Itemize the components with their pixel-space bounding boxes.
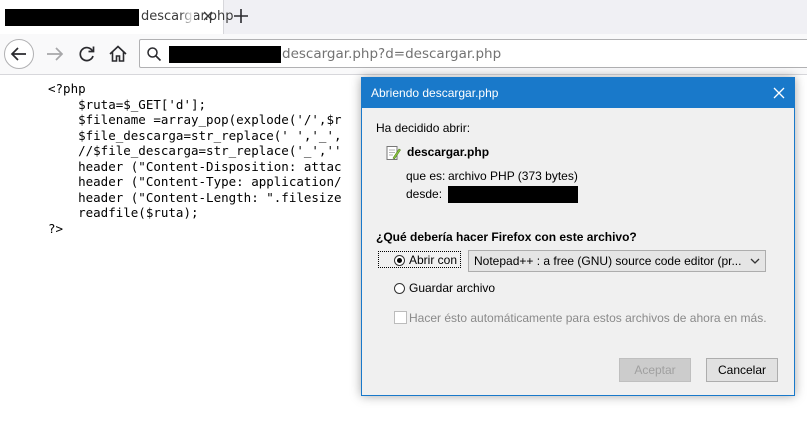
cancel-button[interactable]: Cancelar: [706, 358, 778, 382]
back-button[interactable]: [4, 39, 34, 69]
search-icon: [147, 47, 162, 62]
auto-action-checkbox[interactable]: [394, 311, 407, 324]
save-file-label[interactable]: Guardar archivo: [409, 281, 495, 295]
source-line: $filename =array_pop(explode('/',$r: [48, 112, 342, 127]
open-with-label[interactable]: Abrir con: [409, 253, 457, 267]
forward-arrow-icon: [47, 47, 64, 61]
new-tab-icon[interactable]: [232, 7, 250, 25]
file-name: descargar.php: [407, 145, 490, 159]
home-button[interactable]: [103, 39, 133, 69]
auto-action-label: Hacer ésto automáticamente para estos ar…: [409, 311, 767, 325]
action-question: ¿Qué debería hacer Firefox con este arch…: [376, 230, 637, 244]
source-line: $ruta=$_GET['d'];: [48, 96, 207, 112]
dialog-intro: Ha decidido abrir:: [376, 121, 471, 135]
source-line: header ("Content-Type: application/: [48, 174, 342, 189]
open-with-app-value: Notepad++ : a free (GNU) source code edi…: [474, 254, 742, 268]
back-arrow-icon: [10, 47, 26, 61]
source-line: readfile($ruta);: [48, 205, 199, 220]
source-line: $file_descarga=str_replace(' ','_',: [48, 127, 342, 143]
dialog-titlebar: Abriendo descargar.php: [362, 78, 794, 108]
accept-button[interactable]: Aceptar: [619, 358, 691, 382]
home-icon: [109, 45, 127, 62]
reload-icon: [79, 46, 95, 62]
file-type-value: archivo PHP (373 bytes): [448, 169, 578, 183]
url-text: descargar.php?d=descargar.php: [282, 46, 502, 62]
page-source-code: <?php $ruta=$_GET['d']; $filename =array…: [48, 81, 342, 236]
open-with-app-select[interactable]: Notepad++ : a free (GNU) source code edi…: [468, 250, 766, 272]
source-line: //$file_descarga=str_replace('_','': [48, 143, 342, 158]
file-type-label: que es:: [406, 169, 446, 183]
download-dialog: Abriendo descargar.php Ha decidido abrir…: [361, 77, 795, 396]
redacted-block: [448, 186, 578, 203]
close-icon[interactable]: [772, 86, 786, 100]
source-line: <?php: [48, 81, 86, 96]
url-bar[interactable]: descargar.php?d=descargar.php: [139, 39, 807, 68]
source-line: header ("Content-Length: ".filesize: [48, 189, 342, 205]
close-icon[interactable]: [200, 8, 216, 24]
source-line: header ("Content-Disposition: attac: [48, 158, 342, 174]
redacted-block: [169, 46, 281, 63]
dialog-title: Abriendo descargar.php: [371, 86, 499, 100]
file-icon: [386, 146, 401, 160]
navigation-bar: descargar.php?d=descargar.php: [0, 34, 807, 75]
reload-button[interactable]: [72, 39, 102, 69]
redacted-block: [5, 9, 139, 26]
forward-button[interactable]: [40, 39, 70, 69]
save-file-radio[interactable]: [394, 283, 405, 294]
tab-strip: descargar.php: [0, 0, 807, 34]
source-line: ?>: [48, 220, 64, 236]
tab-title-fade: [180, 6, 194, 28]
chevron-down-icon: [750, 258, 760, 264]
file-source-label: desde:: [406, 187, 443, 201]
browser-tab[interactable]: descargar.php: [0, 0, 234, 34]
